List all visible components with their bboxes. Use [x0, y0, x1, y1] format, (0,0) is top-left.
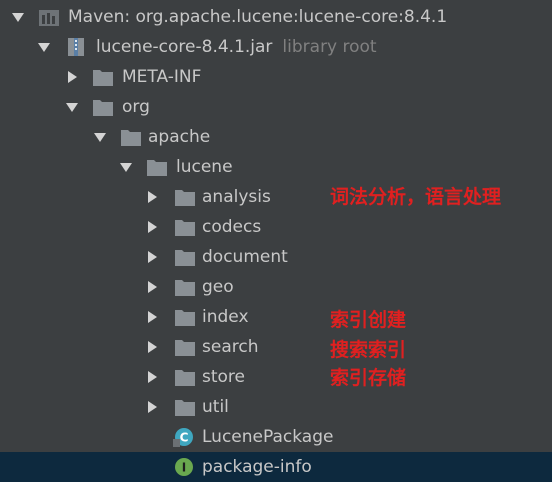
chevron-down-icon[interactable]	[120, 163, 132, 172]
library-icon	[39, 10, 59, 26]
chevron-right-icon[interactable]	[148, 281, 157, 293]
package-folder-icon	[175, 190, 195, 206]
package-folder-icon	[175, 280, 195, 296]
apache-label: apache	[148, 127, 211, 147]
chevron-down-icon[interactable]	[38, 43, 50, 52]
tree-row-geo[interactable]: geo	[0, 272, 552, 302]
tree-row-maven-root[interactable]: Maven: org.apache.lucene:lucene-core:8.4…	[0, 2, 552, 32]
meta-inf-label: META-INF	[122, 67, 202, 87]
tree-row-jar[interactable]: lucene-core-8.4.1.jar library root	[0, 32, 552, 62]
tree-row-search[interactable]: search	[0, 332, 552, 362]
chevron-right-icon[interactable]	[148, 311, 157, 323]
jar-icon	[68, 38, 84, 56]
package-label: search	[202, 337, 259, 357]
chevron-right-icon[interactable]	[148, 191, 157, 203]
tree-row-package-info[interactable]: I package-info	[0, 452, 552, 482]
jar-label: lucene-core-8.4.1.jar library root	[96, 36, 377, 58]
chevron-right-icon[interactable]	[148, 341, 157, 353]
annotation-store: 索引存储	[330, 367, 407, 389]
svg-text:C: C	[180, 431, 189, 445]
chevron-down-icon[interactable]	[94, 133, 106, 142]
chevron-right-icon[interactable]	[148, 251, 157, 263]
annotation-search: 搜索索引	[330, 339, 407, 361]
package-label: codecs	[202, 217, 262, 237]
package-folder-icon	[175, 220, 195, 236]
package-info-label: package-info	[202, 457, 312, 477]
tree-row-lucene[interactable]: lucene	[0, 152, 552, 182]
package-label: geo	[202, 277, 234, 297]
package-folder-icon	[175, 340, 195, 356]
svg-text:I: I	[182, 461, 186, 475]
tree-row-org[interactable]: org	[0, 92, 552, 122]
tree-row-meta-inf[interactable]: META-INF	[0, 62, 552, 92]
annotation-analysis: 词法分析，语言处理	[330, 186, 502, 208]
package-folder-icon	[175, 400, 195, 416]
package-label: analysis	[202, 187, 271, 207]
package-folder-icon	[93, 100, 113, 116]
package-folder-icon	[175, 250, 195, 266]
tree-row-lucene-package[interactable]: C LucenePackage	[0, 422, 552, 452]
lucene-label: lucene	[176, 157, 233, 177]
chevron-down-icon[interactable]	[12, 13, 24, 22]
chevron-down-icon[interactable]	[66, 103, 78, 112]
annotation-index: 索引创建	[330, 309, 407, 331]
chevron-right-icon[interactable]	[148, 371, 157, 383]
tree-row-index[interactable]: index	[0, 302, 552, 332]
package-folder-icon	[121, 130, 141, 146]
chevron-right-icon[interactable]	[68, 71, 77, 83]
tree-row-apache[interactable]: apache	[0, 122, 552, 152]
package-label: document	[202, 247, 288, 267]
package-label: store	[202, 367, 245, 387]
tree-row-codecs[interactable]: codecs	[0, 212, 552, 242]
chevron-right-icon[interactable]	[148, 221, 157, 233]
package-label: index	[202, 307, 249, 327]
package-folder-icon	[147, 160, 167, 176]
lucene-package-label: LucenePackage	[202, 427, 334, 447]
chevron-right-icon[interactable]	[148, 401, 157, 413]
org-label: org	[122, 97, 150, 117]
jar-name: lucene-core-8.4.1.jar	[96, 37, 273, 57]
folder-icon	[93, 70, 113, 86]
library-root-hint: library root	[282, 37, 377, 57]
package-folder-icon	[175, 310, 195, 326]
tree-row-util[interactable]: util	[0, 392, 552, 422]
java-class-icon: C	[173, 428, 193, 447]
package-folder-icon	[175, 370, 195, 386]
tree-row-document[interactable]: document	[0, 242, 552, 272]
tree-row-store[interactable]: store	[0, 362, 552, 392]
java-info-icon: I	[175, 458, 193, 476]
maven-root-label: Maven: org.apache.lucene:lucene-core:8.4…	[68, 7, 448, 27]
package-label: util	[202, 397, 229, 417]
